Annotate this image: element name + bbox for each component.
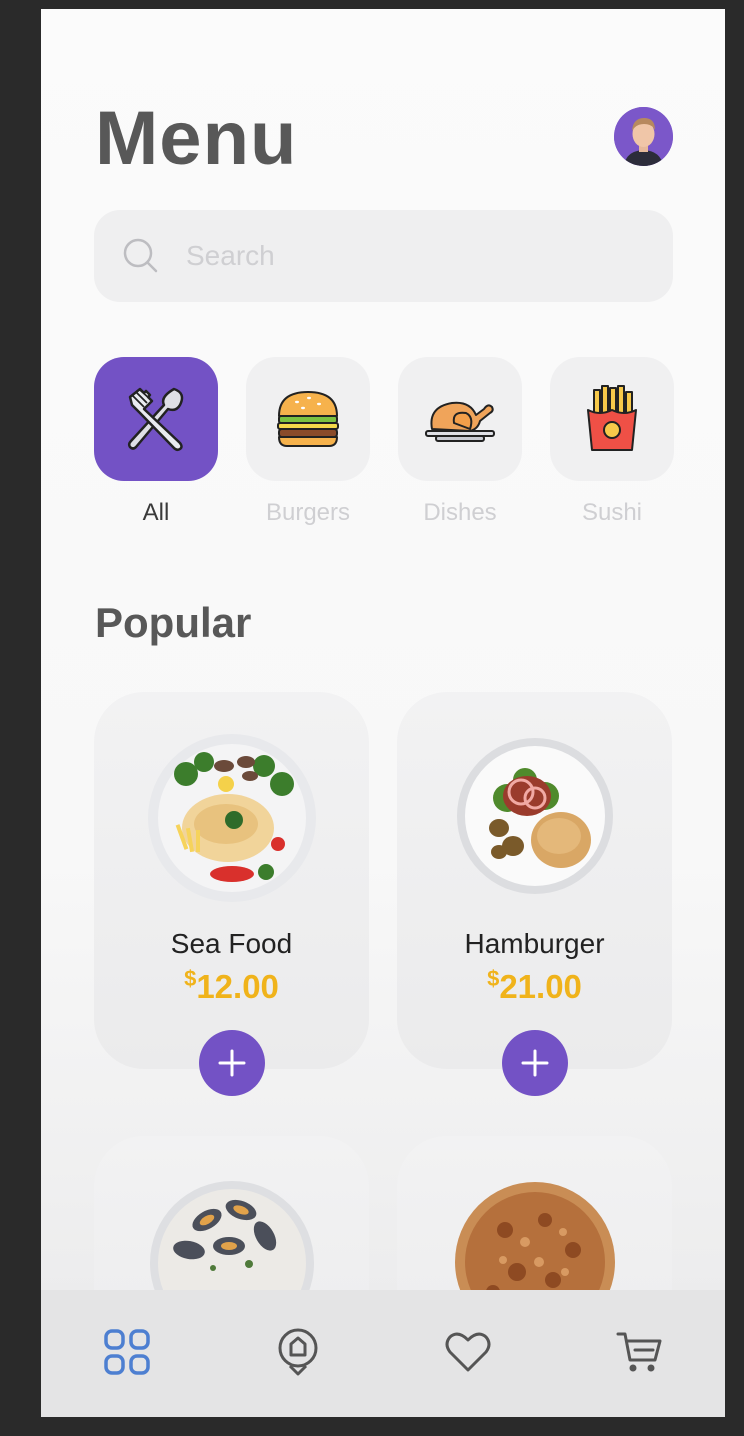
nav-favorites[interactable] xyxy=(438,1322,498,1382)
location-pin-icon xyxy=(278,1328,318,1376)
bottom-nav xyxy=(41,1290,725,1417)
category-tile-sushi xyxy=(550,357,674,481)
section-title-popular: Popular xyxy=(95,599,252,646)
product-price: $21.00 xyxy=(397,966,672,1006)
avatar[interactable] xyxy=(614,107,673,166)
product-price: $12.00 xyxy=(94,966,369,1006)
category-tile-all xyxy=(94,357,218,481)
hamburger-dish-image xyxy=(456,738,613,894)
add-to-cart-button[interactable] xyxy=(198,1030,265,1096)
category-dishes[interactable]: Dishes xyxy=(398,357,522,527)
fork-spoon-icon xyxy=(127,387,184,452)
nav-cart[interactable] xyxy=(609,1322,669,1382)
category-label: Burgers xyxy=(265,499,351,526)
fries-icon xyxy=(587,385,637,451)
product-name: Sea Food xyxy=(170,928,293,959)
category-label: Sushi xyxy=(581,499,643,526)
product-card[interactable]: Hamburger $21.00 xyxy=(397,692,672,1096)
heart-icon xyxy=(445,1332,491,1372)
add-to-cart-button[interactable] xyxy=(501,1030,568,1096)
plus-icon xyxy=(218,1049,245,1077)
product-card[interactable]: Sea Food $12.00 xyxy=(94,692,369,1096)
currency-symbol: $ xyxy=(184,966,197,991)
category-list: All Burgers Dishes Sushi xyxy=(94,357,674,532)
product-name: Hamburger xyxy=(464,928,605,959)
category-label: Dishes xyxy=(423,499,497,526)
page-title: Menu xyxy=(95,96,298,181)
roast-chicken-icon xyxy=(425,401,495,442)
phone-screen: Menu Search All Burgers Dishes Sushi Pop… xyxy=(41,9,725,1417)
nav-home[interactable] xyxy=(97,1322,157,1382)
seafood-dish-image xyxy=(147,734,316,902)
search-icon xyxy=(123,238,158,273)
burger-icon xyxy=(277,391,339,447)
cart-icon xyxy=(616,1332,662,1372)
category-label: All xyxy=(142,499,170,526)
nav-location[interactable] xyxy=(268,1322,328,1382)
category-tile-dishes xyxy=(398,357,522,481)
category-tile-burgers xyxy=(246,357,370,481)
category-all[interactable]: All xyxy=(94,357,218,527)
currency-symbol: $ xyxy=(487,966,500,991)
search-bar xyxy=(94,210,673,302)
avatar-image xyxy=(614,107,673,166)
home-grid-icon xyxy=(104,1329,150,1375)
plus-icon xyxy=(521,1049,548,1077)
price-value: 12.00 xyxy=(196,968,279,1005)
price-value: 21.00 xyxy=(499,968,582,1005)
category-burgers[interactable]: Burgers xyxy=(246,357,370,527)
search-input[interactable] xyxy=(186,210,646,302)
category-sushi[interactable]: Sushi xyxy=(550,357,674,527)
